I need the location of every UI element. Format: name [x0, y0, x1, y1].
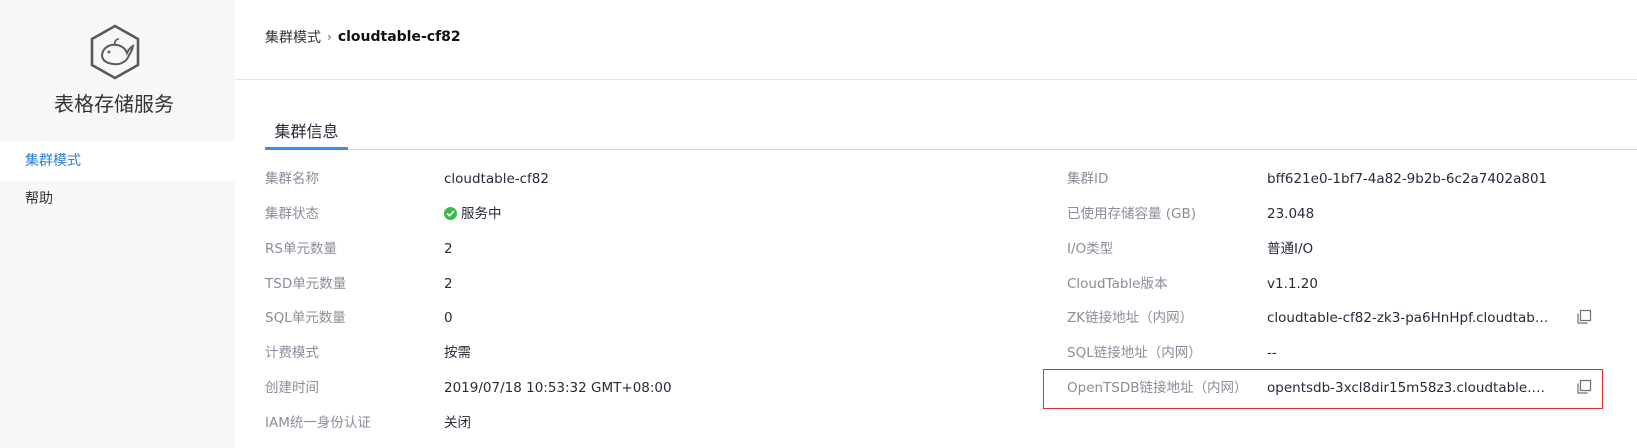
value-used-storage: 23.048	[1267, 206, 1315, 222]
value-sql-units: 0	[444, 310, 453, 326]
label-opentsdb-address: OpenTSDB链接地址（内网）	[1067, 380, 1248, 396]
label-created-time: 创建时间	[265, 380, 319, 396]
value-io-type: 普通I/O	[1267, 241, 1314, 257]
copy-zk-address-icon[interactable]	[1576, 309, 1592, 325]
sidebar: 表格存储服务 集群模式 帮助	[0, 0, 235, 448]
label-cluster-name: 集群名称	[265, 171, 319, 187]
breadcrumb-link-cluster-mode[interactable]: 集群模式	[265, 27, 321, 47]
copy-opentsdb-address-icon[interactable]	[1576, 379, 1592, 395]
whale-hexagon-logo-icon	[90, 24, 140, 80]
value-sql-address: --	[1267, 345, 1277, 361]
value-tsd-units: 2	[444, 276, 453, 292]
breadcrumb: 集群模式 › cloudtable-cf82	[265, 27, 461, 47]
app-title: 表格存储服务	[54, 92, 174, 116]
logo-area: 表格存储服务	[0, 0, 235, 147]
label-zk-address: ZK链接地址（内网）	[1067, 310, 1194, 326]
sidebar-item-label: 集群模式	[25, 153, 81, 169]
zk-address-text: cloudtable-cf82-zk3-pa6HnHpf.cloudtable.…	[1267, 310, 1550, 326]
label-tsd-units: TSD单元数量	[265, 276, 347, 292]
label-io-type: I/O类型	[1067, 241, 1114, 257]
value-rs-units: 2	[444, 241, 453, 257]
value-cluster-status: 服务中	[444, 204, 502, 224]
label-billing-mode: 计费模式	[265, 345, 319, 361]
tab-active-indicator	[265, 147, 348, 150]
sidebar-item-label: 帮助	[25, 191, 53, 207]
label-sql-units: SQL单元数量	[265, 310, 346, 326]
breadcrumb-separator: ›	[327, 30, 332, 44]
value-created-time: 2019/07/18 10:53:32 GMT+08:00	[444, 380, 672, 396]
value-iam-auth: 关闭	[444, 415, 471, 431]
header-divider	[235, 79, 1637, 80]
value-billing-mode: 按需	[444, 345, 471, 361]
label-iam-auth: IAM统一身份认证	[265, 415, 371, 431]
label-cluster-id: 集群ID	[1067, 171, 1109, 187]
value-cloudtable-version: v1.1.20	[1267, 276, 1318, 292]
value-zk-address: cloudtable-cf82-zk3-pa6HnHpf.cloudtable.…	[1267, 308, 1550, 328]
status-text: 服务中	[461, 206, 502, 222]
label-cluster-status: 集群状态	[265, 206, 319, 222]
value-opentsdb-address: opentsdb-3xcl8dir15m58z3.cloudtable.com:…	[1267, 378, 1550, 398]
breadcrumb-current: cloudtable-cf82	[337, 29, 461, 45]
sidebar-item-cluster-mode[interactable]: 集群模式	[0, 141, 235, 181]
value-cluster-name: cloudtable-cf82	[444, 171, 549, 187]
tab-cluster-info[interactable]: 集群信息	[265, 118, 348, 150]
value-cluster-id: bff621e0-1bf7-4a82-9b2b-6c2a7402a801	[1267, 171, 1548, 187]
label-used-storage: 已使用存储容量 (GB)	[1067, 206, 1197, 222]
opentsdb-address-text: opentsdb-3xcl8dir15m58z3.cloudtable.com:…	[1267, 380, 1550, 396]
label-cloudtable-version: CloudTable版本	[1067, 276, 1168, 292]
sidebar-item-help[interactable]: 帮助	[0, 179, 235, 219]
label-sql-address: SQL链接地址（内网）	[1067, 345, 1202, 361]
status-ok-icon	[444, 207, 457, 220]
label-rs-units: RS单元数量	[265, 241, 337, 257]
tab-bar-divider	[265, 149, 1637, 150]
